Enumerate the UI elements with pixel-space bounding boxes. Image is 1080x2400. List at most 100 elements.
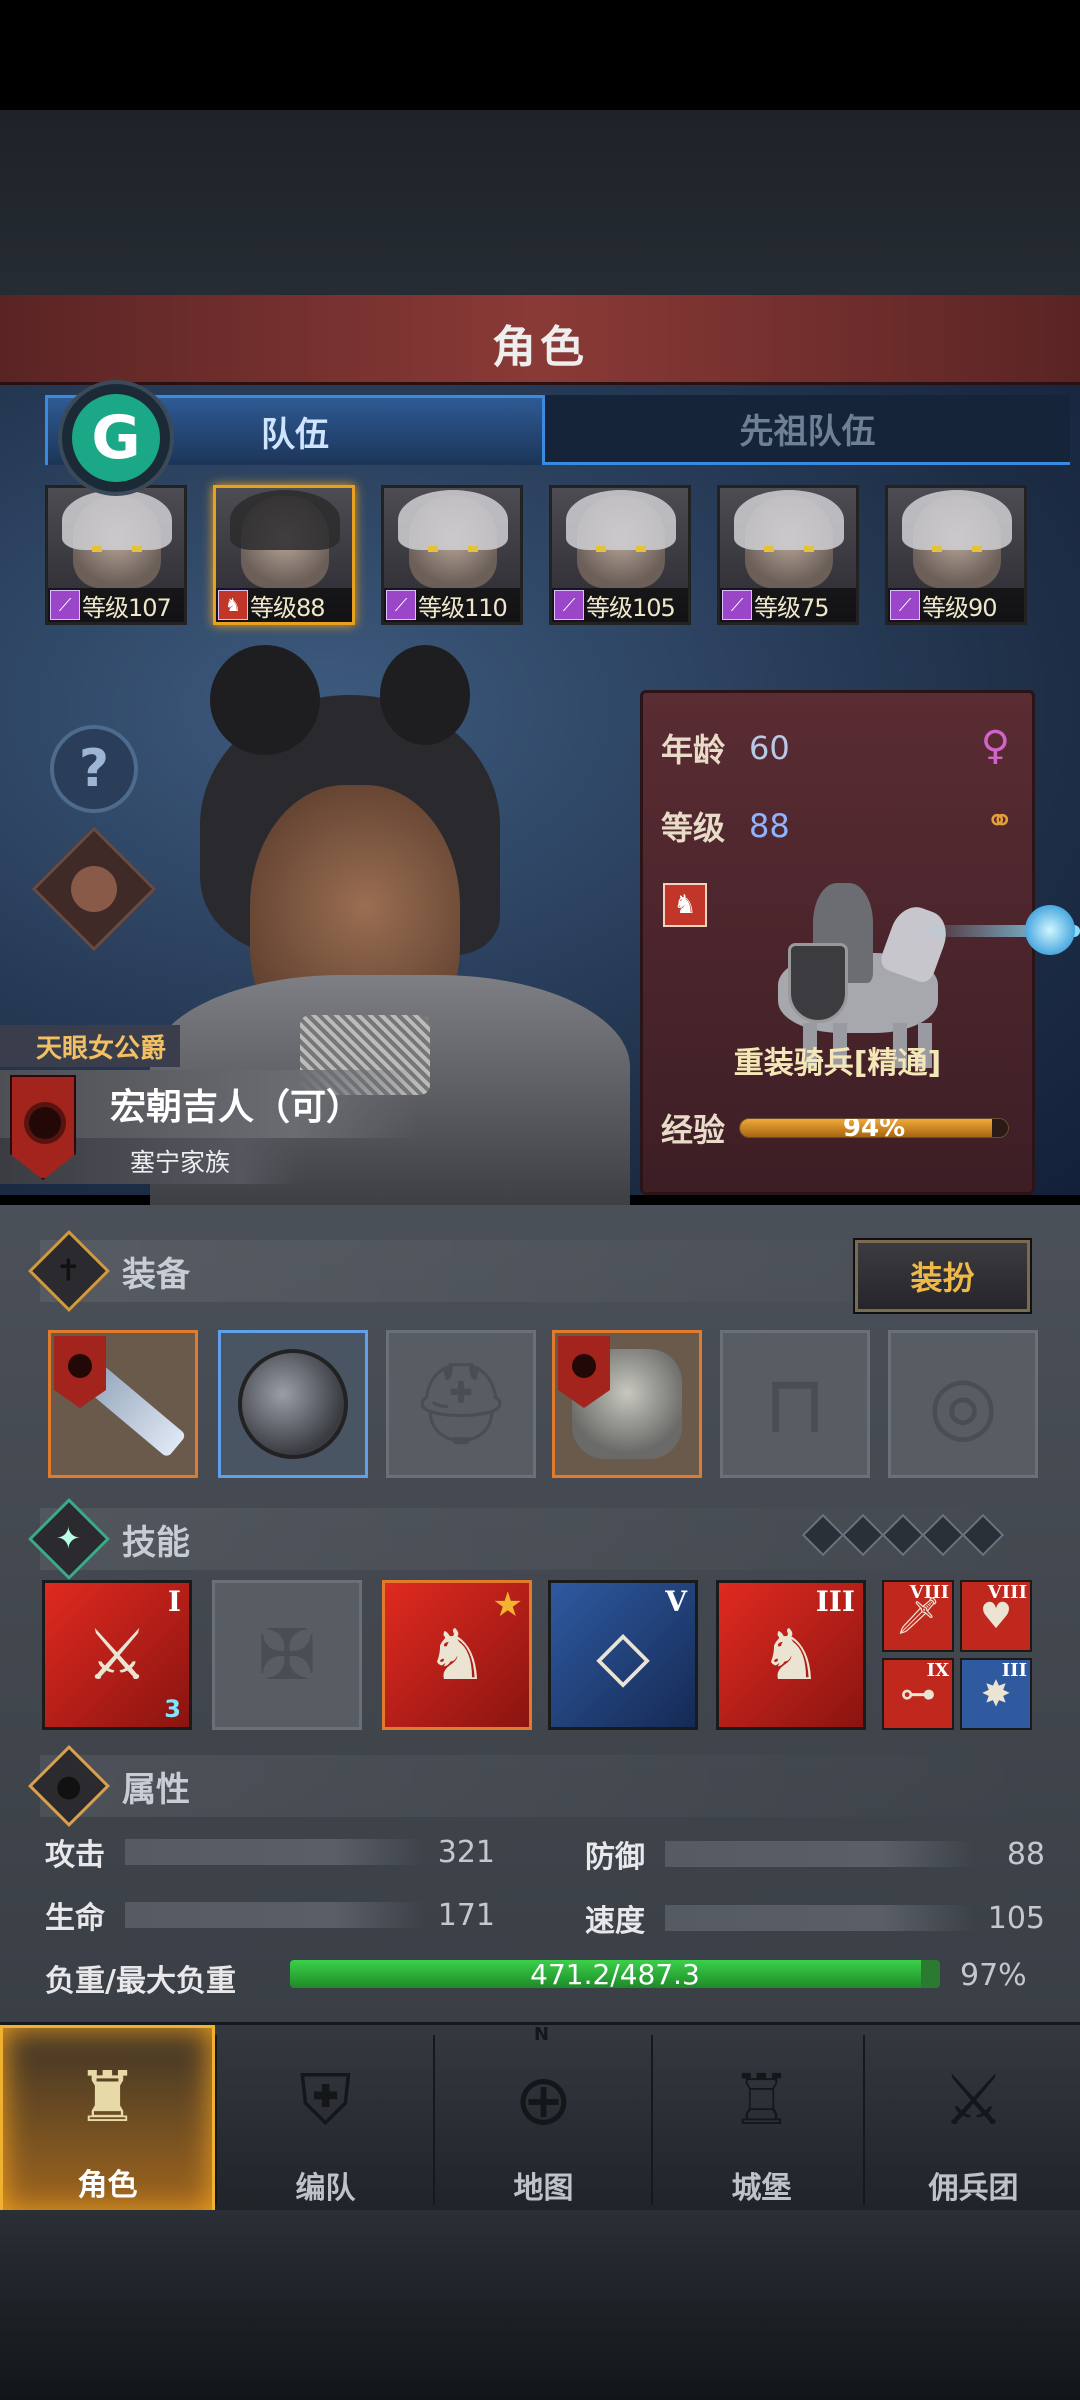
sword-banner-icon: ⚔: [942, 2059, 1005, 2141]
hero-level-bar: ⟋ 等级90: [888, 588, 1024, 622]
horse-class-icon: ♞: [663, 883, 707, 927]
hero-card-5[interactable]: ⟋ 等级75: [717, 485, 859, 625]
rider-shield: [788, 943, 848, 1023]
dress-button[interactable]: 装扮: [855, 1240, 1030, 1312]
tab-bar: 队伍 先祖队伍: [45, 395, 1075, 475]
staff-icon: ⟋: [386, 590, 416, 620]
skill-slot-1[interactable]: ⚔ I 3: [42, 1580, 192, 1730]
nav-label: 角色: [77, 2168, 138, 2203]
bottom-nav: ♜ 角色 ⛨ 编队 ⊕ 地图 ♖ 城堡 ⚔ 佣兵团: [0, 2022, 1080, 2215]
hero-level-bar: ⟋ 等级110: [384, 588, 520, 622]
life-bar: [125, 1902, 425, 1928]
speed-value: 105: [987, 1900, 1045, 1936]
nav-character[interactable]: ♜ 角色: [0, 2025, 215, 2215]
horse-icon: ♞: [218, 590, 248, 620]
nav-divider: [863, 2035, 865, 2205]
hero-level-bar: ⟋ 等级75: [720, 588, 856, 622]
nav-divider: [215, 2035, 217, 2205]
nav-map[interactable]: ⊕ 地图: [436, 2025, 651, 2215]
nav-divider: [433, 2035, 435, 2205]
skill-slot-2[interactable]: ✠: [212, 1580, 362, 1730]
exp-bar: 94%: [739, 1118, 1010, 1138]
speed-stat: 速度 105: [585, 1896, 1045, 1940]
speed-label: 速度: [585, 1904, 645, 1939]
hero-card-2[interactable]: ♞ 等级88: [213, 485, 355, 625]
shield-icon: [238, 1349, 348, 1459]
figure-icon: ●: [27, 1744, 111, 1828]
portrait-hair-bun: [380, 645, 470, 745]
life-value: 171: [437, 1897, 495, 1933]
speed-bar: [665, 1905, 975, 1931]
hero-card-4[interactable]: ⟋ 等级105: [549, 485, 691, 625]
skill-slot-4[interactable]: ◇ V: [548, 1580, 698, 1730]
hero-level: 等级110: [418, 593, 508, 622]
rings-icon: ⚭: [985, 801, 1015, 841]
hero-hair: [734, 490, 844, 550]
attack-value: 321: [437, 1834, 495, 1870]
level-label: 等级: [661, 809, 726, 847]
skill-rank: V: [665, 1585, 687, 1618]
broken-sword-icon: ⚔: [85, 1614, 149, 1696]
life-label: 生命: [45, 1901, 105, 1936]
star-badge-icon: ★: [492, 1585, 523, 1625]
skill-slot-3[interactable]: ♞ ★: [382, 1580, 532, 1730]
mini-skill-rank: III: [1001, 1660, 1027, 1681]
load-percent-stat: 97%: [960, 1958, 1027, 1993]
load-bar: 471.2/487.3: [290, 1960, 940, 1988]
mini-skill-1[interactable]: 🗡 VIII: [882, 1580, 954, 1652]
hero-hair: [230, 490, 340, 550]
help-button[interactable]: ?: [50, 725, 138, 813]
attributes-header: ● 属性: [27, 1744, 1040, 1828]
hero-hair: [902, 490, 1012, 550]
nav-mercenary[interactable]: ⚔ 佣兵团: [866, 2025, 1080, 2215]
tab-ancestor-team[interactable]: 先祖队伍: [545, 395, 1070, 465]
gem-icon: [881, 1513, 925, 1557]
question-icon: ?: [78, 739, 110, 799]
nav-castle[interactable]: ♖ 城堡: [654, 2025, 869, 2215]
boots-icon: ⊓: [763, 1357, 827, 1451]
nav-label: 城堡: [731, 2171, 792, 2206]
knight-icon: ♜: [76, 2056, 139, 2138]
mini-skill-2[interactable]: ♥ VIII: [960, 1580, 1032, 1652]
weapon-slot[interactable]: [48, 1330, 198, 1478]
life-stat: 生命 171: [45, 1893, 495, 1937]
boots-slot[interactable]: ⊓: [720, 1330, 870, 1478]
upgrade-arrow-glow[interactable]: [1025, 905, 1075, 955]
g-icon: G: [72, 394, 160, 482]
hero-card-3[interactable]: ⟋ 等级110: [381, 485, 523, 625]
equipment-label: 装备: [122, 1254, 190, 1295]
nav-label: 编队: [295, 2171, 356, 2206]
ring-slot[interactable]: ◎: [888, 1330, 1038, 1478]
shield-slot[interactable]: [218, 1330, 368, 1478]
star-icon: ✦: [27, 1497, 111, 1581]
skill-gems: [801, 1513, 1005, 1557]
staff-icon: ⟋: [50, 590, 80, 620]
mini-skill-4[interactable]: ✸ III: [960, 1658, 1032, 1730]
hero-roster: ⟋ 等级107 ♞ 等级88 ⟋ 等级110 ⟋ 等级105 ⟋ 等级75 ⟋ 等级90: [45, 485, 1045, 625]
mini-skill-3[interactable]: ⊶ IX: [882, 1658, 954, 1730]
hero-card-1[interactable]: ⟋ 等级107: [45, 485, 187, 625]
ring-icon: ◎: [928, 1357, 998, 1451]
empty-cross-icon: ✠: [257, 1614, 317, 1696]
defense-stat: 防御 88: [585, 1832, 1045, 1876]
hero-eyes: [932, 546, 982, 552]
hero-hair: [566, 490, 676, 550]
unit-name: 重装骑兵[精通]: [733, 1046, 942, 1081]
armor-slot[interactable]: [552, 1330, 702, 1478]
gem-icon: [961, 1513, 1005, 1557]
load-percent: 97%: [960, 1958, 1027, 1993]
hero-level: 等级105: [586, 593, 676, 622]
age-label: 年龄: [661, 731, 726, 769]
nav-formation[interactable]: ⛨ 编队: [218, 2025, 433, 2215]
level-value: 88: [749, 807, 790, 845]
castle-icon: ♖: [730, 2059, 793, 2141]
mini-skill-rank: VIII: [909, 1582, 949, 1603]
hero-card-6[interactable]: ⟋ 等级90: [885, 485, 1027, 625]
hero-level: 等级90: [922, 593, 998, 622]
skill-slot-5[interactable]: ♞ III: [716, 1580, 866, 1730]
skill-stack: 3: [164, 1695, 181, 1723]
helmet-slot[interactable]: ⛑: [386, 1330, 536, 1478]
hero-level-bar: ⟋ 等级107: [48, 588, 184, 622]
game-badge[interactable]: G: [58, 380, 174, 496]
skill-rank: I: [167, 1585, 181, 1618]
